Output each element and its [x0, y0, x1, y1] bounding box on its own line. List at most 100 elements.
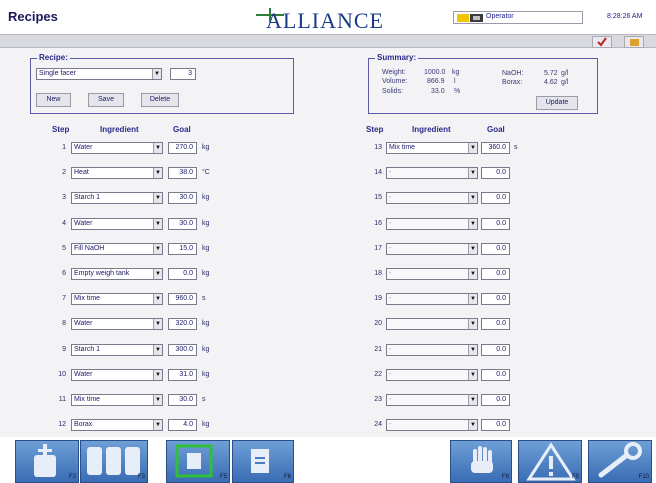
fkey-f9-button[interactable]: F9: [518, 440, 582, 483]
ingredient-select[interactable]: Mix time ▼: [71, 394, 163, 406]
ingredient-select[interactable]: - ▼: [386, 217, 478, 230]
chevron-down-icon: ▼: [153, 319, 162, 330]
folder-button[interactable]: [624, 36, 644, 48]
ingredient-header-right: Ingredient: [412, 125, 451, 134]
chevron-down-icon: ▼: [153, 369, 162, 380]
step-number: 17: [374, 244, 382, 252]
chevron-down-icon: ▼: [468, 420, 477, 431]
fkey-label: F10: [638, 474, 649, 480]
check-button[interactable]: [592, 36, 612, 48]
goal-input[interactable]: 31.0: [168, 368, 197, 381]
ingredient-select[interactable]: Water ▼: [71, 318, 163, 331]
chevron-down-icon: ▼: [153, 243, 162, 254]
ingredient-select[interactable]: - ▼: [386, 343, 478, 356]
goal-unit: kg: [202, 345, 210, 353]
ingredient-select[interactable]: Mix time ▼: [71, 293, 163, 306]
ingredient-select[interactable]: - ▼: [386, 394, 478, 406]
step-number: 9: [62, 345, 66, 353]
ingredient-select[interactable]: Water ▼: [71, 368, 163, 381]
new-button[interactable]: New: [36, 93, 71, 107]
goal-input[interactable]: 960.0: [168, 293, 197, 306]
ingredient-select[interactable]: - ▼: [386, 167, 478, 180]
goal-unit: kg: [202, 144, 210, 151]
step-number: 21: [374, 345, 382, 353]
goal-input[interactable]: 300.0: [168, 343, 197, 356]
fkey-f3-button[interactable]: F3: [80, 440, 148, 483]
save-button[interactable]: Save: [88, 93, 124, 107]
page-title: Recipes: [8, 9, 58, 24]
fkey-f5-button[interactable]: F5: [166, 440, 230, 483]
weight-unit: kg: [452, 69, 460, 76]
goal-input[interactable]: 0.0: [481, 167, 510, 180]
ingredient-select[interactable]: - ▼: [386, 268, 478, 280]
goal-unit: kg: [202, 194, 210, 202]
ingredient-select[interactable]: Empty weigh tank ▼: [71, 268, 163, 280]
goal-input[interactable]: 30.0: [168, 217, 197, 230]
chevron-down-icon: ▼: [468, 269, 477, 279]
operator-field[interactable]: Operator: [453, 11, 583, 24]
step-number: 12: [58, 421, 66, 429]
ingredient-select[interactable]: - ▼: [386, 419, 478, 432]
step-number: 6: [62, 270, 66, 277]
ingredient-select[interactable]: - ▼: [386, 192, 478, 205]
goal-input[interactable]: 0.0: [481, 343, 510, 356]
volume-label: Volume:: [382, 78, 408, 85]
chevron-down-icon: ▼: [468, 294, 477, 305]
goal-input[interactable]: 0.0: [481, 394, 510, 406]
goal-input[interactable]: 15.0: [168, 242, 197, 255]
goal-input[interactable]: 0.0: [481, 318, 510, 331]
step-number: 13: [374, 144, 382, 151]
goal-input[interactable]: 0.0: [481, 419, 510, 432]
fkey-f2-button[interactable]: F2: [15, 440, 79, 483]
step-number: 18: [374, 270, 382, 277]
ingredient-select[interactable]: Water ▼: [71, 142, 163, 154]
borax-label: Borax:: [502, 79, 523, 86]
update-button[interactable]: Update: [536, 96, 578, 110]
ingredient-select[interactable]: ▼: [386, 318, 478, 331]
chevron-down-icon: ▼: [468, 168, 477, 179]
ingredient-select[interactable]: - ▼: [386, 242, 478, 255]
goal-input[interactable]: 0.0: [481, 242, 510, 255]
ingredient-select[interactable]: Water ▼: [71, 217, 163, 230]
weight-label: Weight:: [382, 69, 406, 76]
ingredient-select[interactable]: Heat ▼: [71, 167, 163, 180]
fkey-f10-button[interactable]: F10: [588, 440, 652, 483]
fkey-f6-button[interactable]: F6: [232, 440, 294, 483]
goal-input[interactable]: 360.0: [481, 142, 510, 154]
goal-input[interactable]: 270.0: [168, 142, 197, 154]
goal-input[interactable]: 0.0: [481, 293, 510, 306]
recipe-select[interactable]: Single facer ▼: [36, 68, 162, 80]
chevron-down-icon: ▼: [153, 168, 162, 179]
goal-input[interactable]: 4.0: [168, 419, 197, 432]
goal-input[interactable]: 0.0: [481, 217, 510, 230]
goal-input[interactable]: 0.0: [168, 268, 197, 280]
step-number: 8: [62, 320, 66, 328]
ingredient-select[interactable]: - ▼: [386, 293, 478, 306]
goal-unit: kg: [202, 320, 210, 328]
goal-input[interactable]: 0.0: [481, 192, 510, 205]
goal-unit: kg: [202, 219, 210, 227]
solids-unit: %: [454, 88, 461, 95]
recipe-number-field: 3: [170, 68, 196, 80]
ingredient-select[interactable]: - ▼: [386, 368, 478, 381]
goal-input[interactable]: 30.0: [168, 394, 197, 406]
goal-input[interactable]: 38.0: [168, 167, 197, 180]
goal-header-left: Goal: [173, 125, 191, 134]
ingredient-select[interactable]: Starch 1 ▼: [71, 192, 163, 205]
ingredient-select[interactable]: Mix time ▼: [386, 142, 478, 154]
goal-input[interactable]: 320.0: [168, 318, 197, 331]
naoh-value: 5.72: [544, 70, 558, 77]
ingredient-select[interactable]: Starch 1 ▼: [71, 343, 163, 356]
step-header-right: Step: [366, 125, 384, 134]
step-number: 7: [62, 295, 66, 303]
goal-input[interactable]: 0.0: [481, 268, 510, 280]
ingredient-select[interactable]: Fill NaOH ▼: [71, 242, 163, 255]
fkey-label: F3: [137, 474, 145, 480]
delete-button[interactable]: Delete: [141, 93, 179, 107]
volume-unit: l: [454, 78, 456, 85]
ingredient-select[interactable]: Borax ▼: [71, 419, 163, 432]
goal-input[interactable]: 30.0: [168, 192, 197, 205]
fkey-f8-button[interactable]: F8: [450, 440, 512, 483]
step-number: 3: [62, 194, 66, 202]
goal-input[interactable]: 0.0: [481, 368, 510, 381]
